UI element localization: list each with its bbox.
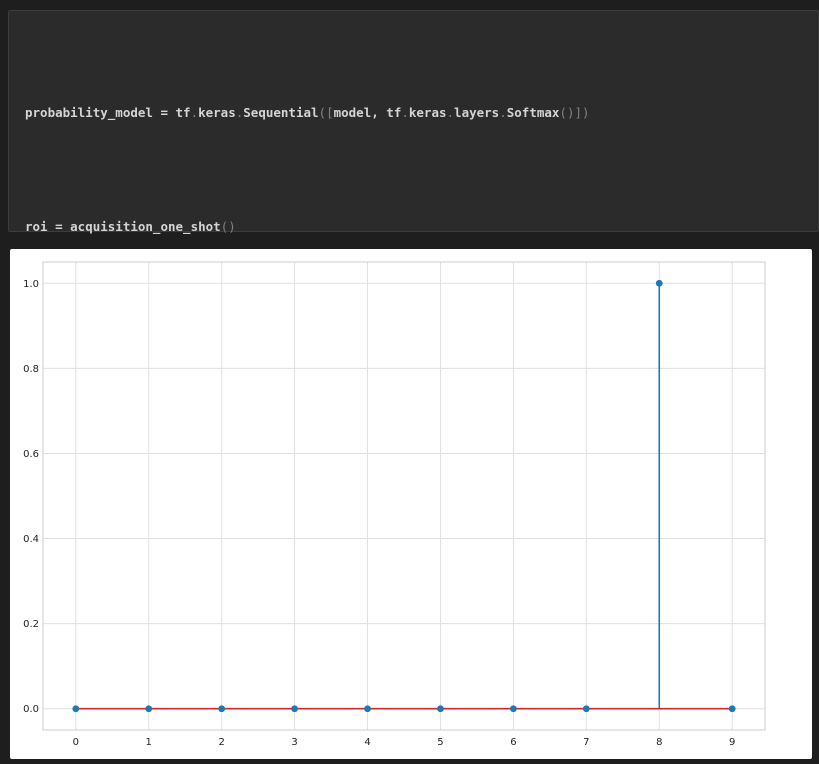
- x-tick-5: 5: [437, 737, 443, 748]
- x-tick-1: 1: [146, 737, 152, 748]
- marker-5: [437, 705, 444, 713]
- y-tick-0.2: 0.2: [23, 619, 39, 630]
- y-tick-0.4: 0.4: [23, 534, 39, 545]
- stem-markers: [72, 279, 736, 713]
- x-tick-labels: 0 1 2 3 4 5 6 7 8 9: [73, 737, 736, 748]
- x-tick-3: 3: [291, 737, 297, 748]
- x-tick-9: 9: [729, 737, 735, 748]
- code-cell[interactable]: probability_model = tf.keras.Sequential(…: [8, 10, 819, 519]
- marker-6: [509, 705, 517, 713]
- marker-1: [145, 705, 153, 713]
- x-tick-7: 7: [583, 737, 589, 748]
- grid-lines: [43, 262, 765, 730]
- y-tick-0.6: 0.6: [23, 449, 39, 460]
- y-tick-0.8: 0.8: [23, 364, 39, 375]
- code-line-1: probability_model = tf.keras.Sequential(…: [25, 105, 590, 120]
- plot-frame: [42, 261, 766, 731]
- output-cell: 0 1 2 3 4 5 6 7 8 9 0.0 0.2 0.4 0.6 0.8 1.0: [10, 249, 812, 759]
- y-tick-labels: 0.0 0.2 0.4 0.6 0.8 1.0: [23, 279, 39, 715]
- x-tick-0: 0: [73, 737, 79, 748]
- stem-lines: [658, 283, 661, 709]
- code-line-3: roi = acquisition_one_shot(): [25, 219, 236, 234]
- x-tick-4: 4: [364, 737, 370, 748]
- stem-chart: 0 1 2 3 4 5 6 7 8 9 0.0 0.2 0.4 0.6 0.8 1.0: [23, 261, 766, 748]
- marker-0: [72, 705, 80, 713]
- marker-3: [291, 705, 299, 713]
- y-tick-1.0: 1.0: [23, 279, 39, 290]
- x-tick-2: 2: [218, 737, 224, 748]
- marker-2: [218, 705, 226, 713]
- marker-7: [582, 705, 590, 713]
- marker-4: [364, 705, 371, 713]
- x-tick-8: 8: [656, 737, 662, 748]
- marker-9: [728, 705, 736, 713]
- marker-8: [655, 279, 663, 287]
- x-tick-6: 6: [510, 737, 516, 748]
- y-tick-0.0: 0.0: [23, 704, 39, 715]
